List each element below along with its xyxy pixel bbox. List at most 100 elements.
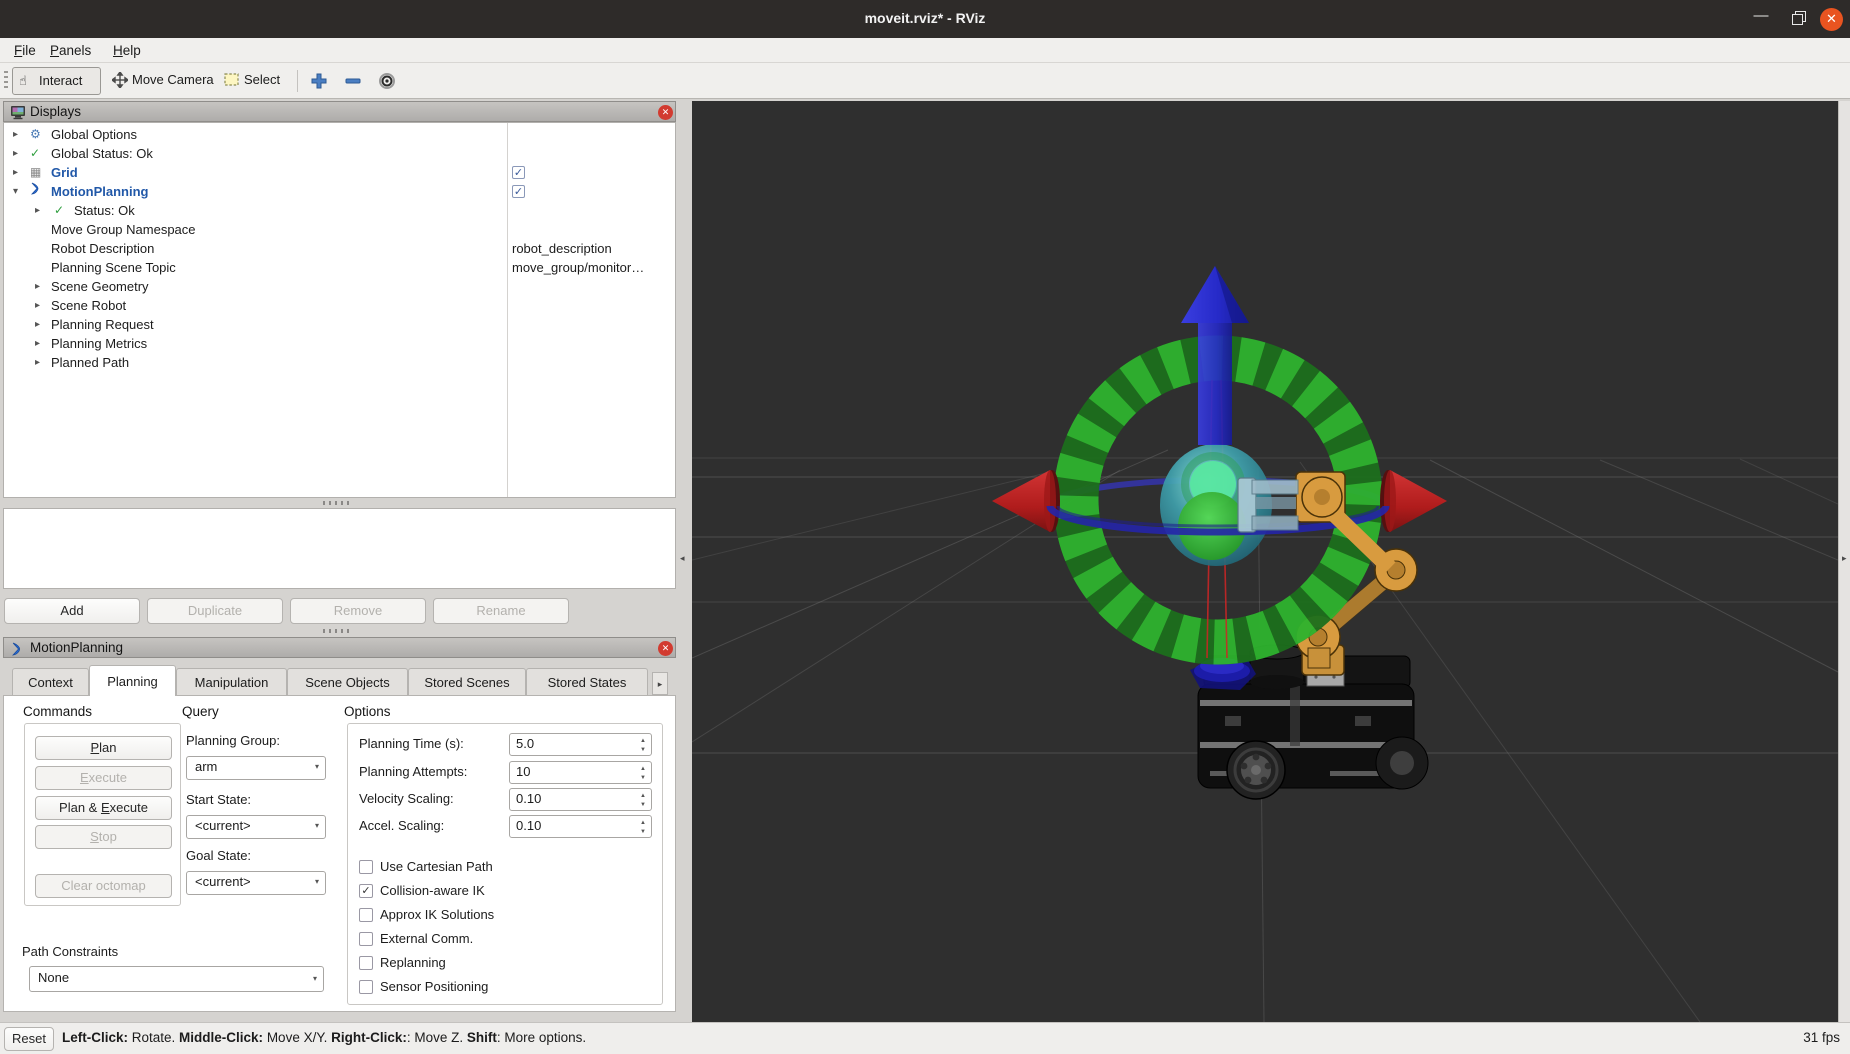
start-state-select[interactable]: <current> ▾ <box>186 815 326 839</box>
chevron-down-icon: ▾ <box>312 974 317 983</box>
add-display-button[interactable]: Add <box>4 598 140 624</box>
tab-context[interactable]: Context <box>12 668 89 695</box>
clear-octomap-button[interactable]: Clear octomap <box>35 874 172 898</box>
expander-icon[interactable]: ▸ <box>35 201 40 220</box>
expander-icon[interactable]: ▾ <box>13 182 18 201</box>
tree-row-scene-geometry[interactable]: ▸ Scene Geometry <box>8 277 679 296</box>
tab-manipulation[interactable]: Manipulation <box>176 668 287 695</box>
tree-row-status-ok[interactable]: ▸ ✓ Status: Ok <box>8 201 679 220</box>
path-constraints-label: Path Constraints <box>22 944 119 959</box>
right-panel-splitter[interactable]: ▸ <box>1838 101 1850 1022</box>
title-bar[interactable]: moveit.rviz* - RViz — ✕ <box>0 0 1850 38</box>
motionplanning-enabled-checkbox[interactable]: ✓ <box>512 185 525 198</box>
toolbar: ☝ Interact Move Camera Select ▾ ▾ <box>0 63 1850 158</box>
expander-icon[interactable]: ▸ <box>13 144 18 163</box>
options-section-title: Options <box>344 704 391 719</box>
grid-enabled-checkbox[interactable]: ✓ <box>512 166 525 179</box>
spin-down-icon[interactable]: ▼ <box>638 746 648 754</box>
tree-row-move-group-namespace[interactable]: Move Group Namespace <box>8 220 679 239</box>
spin-down-icon[interactable]: ▼ <box>638 774 648 782</box>
reset-button[interactable]: Reset <box>4 1027 54 1051</box>
move-camera-tool-button[interactable]: Move Camera <box>106 67 222 95</box>
planning-group-select[interactable]: arm ▾ <box>186 756 326 780</box>
zoom-out-icon[interactable] <box>343 71 363 91</box>
tab-stored-states[interactable]: Stored States <box>526 668 648 695</box>
tab-scene-objects[interactable]: Scene Objects <box>287 668 408 695</box>
planning-scene-topic-value[interactable]: move_group/monitor… <box>512 258 644 277</box>
gear-icon: ⚙ <box>30 127 41 141</box>
spin-down-icon[interactable]: ▼ <box>638 828 648 836</box>
tree-row-planning-request[interactable]: ▸ Planning Request <box>8 315 679 334</box>
planning-attempts-input[interactable]: 10 ▲ ▼ <box>509 761 652 784</box>
panel-splitter[interactable]: ◂ <box>676 101 692 1022</box>
planning-time-input[interactable]: 5.0 ▲ ▼ <box>509 733 652 756</box>
menu-file[interactable]: File <box>10 41 40 60</box>
tree-row-grid[interactable]: ▸ ▦ Grid ✓ <box>8 163 679 182</box>
restore-button[interactable] <box>1788 8 1810 30</box>
tree-row-global-options[interactable]: ▸ ⚙ Global Options <box>8 125 679 144</box>
minimize-button[interactable]: — <box>1750 8 1772 30</box>
expander-icon[interactable]: ▸ <box>35 296 40 315</box>
tree-row-planned-path[interactable]: ▸ Planned Path <box>8 353 679 372</box>
tree-row-planning-scene-topic[interactable]: Planning Scene Topic move_group/monitor… <box>8 258 679 277</box>
duplicate-display-button[interactable]: Duplicate <box>147 598 283 624</box>
select-tool-button[interactable]: Select <box>218 67 288 95</box>
displays-close-icon[interactable]: ✕ <box>658 105 673 120</box>
expander-icon[interactable]: ▸ <box>13 125 18 144</box>
stop-button[interactable]: Stop <box>35 825 172 849</box>
panel-splitter-handle[interactable] <box>323 501 353 505</box>
path-constraints-select[interactable]: None ▾ <box>29 966 324 992</box>
tree-row-global-status[interactable]: ▸ ✓ Global Status: Ok <box>8 144 679 163</box>
menu-panels[interactable]: Panels <box>46 41 95 60</box>
expander-icon[interactable]: ▸ <box>35 315 40 334</box>
menu-help[interactable]: Help <box>109 41 145 60</box>
commands-section-title: Commands <box>23 704 93 719</box>
spin-up-icon[interactable]: ▲ <box>638 737 648 745</box>
toolbar-grip[interactable] <box>4 71 8 91</box>
collapse-left-icon[interactable]: ◂ <box>680 553 685 564</box>
viewport-help-text: Left-Click: Rotate. Middle-Click: Move X… <box>62 1030 587 1045</box>
motionplanning-panel-header[interactable]: MotionPlanning ✕ <box>3 637 676 658</box>
interact-tool-button[interactable]: ☝ Interact <box>12 67 101 95</box>
collapse-right-icon[interactable]: ▸ <box>1842 553 1847 564</box>
rename-display-button[interactable]: Rename <box>433 598 569 624</box>
goal-state-select[interactable]: <current> ▾ <box>186 871 326 895</box>
plan-button[interactable]: Plan <box>35 736 172 760</box>
expander-icon[interactable]: ▸ <box>13 163 18 182</box>
tab-planning[interactable]: Planning <box>89 665 176 696</box>
accel-scaling-input[interactable]: 0.10 ▲ ▼ <box>509 815 652 838</box>
planning-time-label: Planning Time (s): <box>359 736 464 751</box>
commands-group: Plan Execute Plan & Execute Stop Clear o… <box>24 723 181 906</box>
displays-panel-title: Displays <box>30 104 82 119</box>
tree-row-robot-description[interactable]: Robot Description robot_description <box>8 239 679 258</box>
tree-row-planning-metrics[interactable]: ▸ Planning Metrics <box>8 334 679 353</box>
spin-up-icon[interactable]: ▲ <box>638 792 648 800</box>
close-button[interactable]: ✕ <box>1820 8 1843 31</box>
tree-row-scene-robot[interactable]: ▸ Scene Robot <box>8 296 679 315</box>
velocity-scaling-input[interactable]: 0.10 ▲ ▼ <box>509 788 652 811</box>
displays-tree: ▸ ⚙ Global Options ▸ ✓ Global Status: Ok… <box>3 122 676 498</box>
motionplanning-close-icon[interactable]: ✕ <box>658 641 673 656</box>
display-help-area <box>3 508 676 589</box>
panel-splitter-handle[interactable] <box>323 629 353 633</box>
execute-button[interactable]: Execute <box>35 766 172 790</box>
tab-scroll-right-icon[interactable]: ▸ <box>652 672 668 695</box>
remove-display-button[interactable]: Remove <box>290 598 426 624</box>
spin-up-icon[interactable]: ▲ <box>638 765 648 773</box>
robot-description-value[interactable]: robot_description <box>512 239 612 258</box>
spin-up-icon[interactable]: ▲ <box>638 819 648 827</box>
plan-and-execute-button[interactable]: Plan & Execute <box>35 796 172 820</box>
displays-panel-header[interactable]: Displays ✕ <box>3 101 676 122</box>
zoom-in-icon[interactable] <box>309 71 329 91</box>
spin-down-icon[interactable]: ▼ <box>638 801 648 809</box>
tab-stored-scenes[interactable]: Stored Scenes <box>408 668 526 695</box>
expander-icon[interactable]: ▸ <box>35 334 40 353</box>
velocity-scaling-label: Velocity Scaling: <box>359 791 454 806</box>
3d-viewport[interactable] <box>691 101 1839 1023</box>
menu-bar: File Panels Help <box>0 38 1850 63</box>
expander-icon[interactable]: ▸ <box>35 277 40 296</box>
expander-icon[interactable]: ▸ <box>35 353 40 372</box>
focus-camera-icon[interactable] <box>377 71 397 91</box>
planning-group-label: Planning Group: <box>186 733 280 748</box>
tree-row-motionplanning[interactable]: ▾ MotionPlanning ✓ <box>8 182 679 201</box>
